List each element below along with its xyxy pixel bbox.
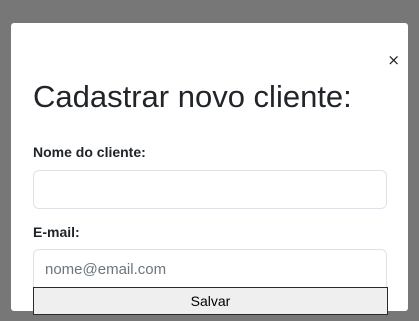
email-label: E-mail:	[33, 224, 80, 240]
close-icon[interactable]: ×	[387, 53, 400, 68]
email-input[interactable]	[33, 249, 387, 289]
client-name-input[interactable]	[33, 170, 387, 209]
modal-title: Cadastrar novo cliente:	[33, 79, 352, 114]
client-name-label: Nome do cliente:	[33, 144, 146, 160]
new-client-modal: × Cadastrar novo cliente: Nome do client…	[11, 23, 408, 315]
save-button[interactable]: Salvar	[33, 287, 388, 315]
